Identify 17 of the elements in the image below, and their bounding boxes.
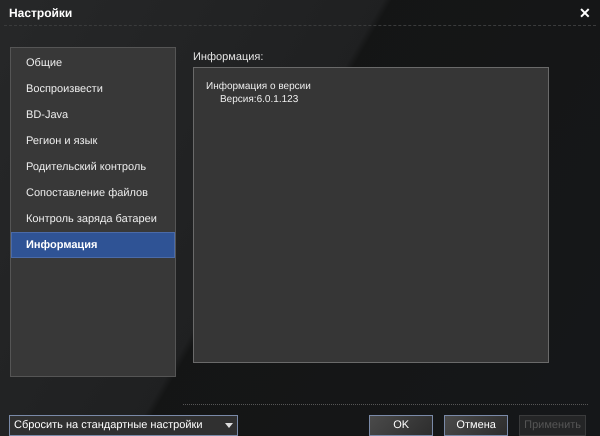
sidebar-item[interactable]: Родительский контроль bbox=[11, 154, 175, 180]
close-button[interactable]: ✕ bbox=[579, 6, 591, 20]
sidebar-item[interactable]: BD-Java bbox=[11, 102, 175, 128]
dialog-button[interactable]: Отмена bbox=[444, 415, 508, 436]
section-heading: Информация: bbox=[193, 50, 264, 64]
caret-icon bbox=[225, 423, 233, 428]
sidebar-item[interactable]: Сопоставление файлов bbox=[11, 180, 175, 206]
reset-dropdown[interactable]: Сбросить на стандартные настройки bbox=[9, 415, 238, 436]
dialog-button[interactable]: OK bbox=[369, 415, 434, 436]
sidebar-item[interactable]: Общие bbox=[11, 50, 175, 76]
info-text: Версия:6.0.1.123 bbox=[219, 93, 300, 106]
sidebar-item[interactable]: Контроль заряда батареи bbox=[11, 206, 175, 232]
sidebar-item[interactable]: Регион и язык bbox=[11, 128, 175, 154]
window-title: Настройки bbox=[9, 4, 72, 22]
info-text: Информация о версии bbox=[206, 80, 312, 94]
sidebar-item[interactable]: Информация bbox=[11, 232, 175, 258]
sidebar-item[interactable]: Воспроизвести bbox=[11, 76, 175, 102]
